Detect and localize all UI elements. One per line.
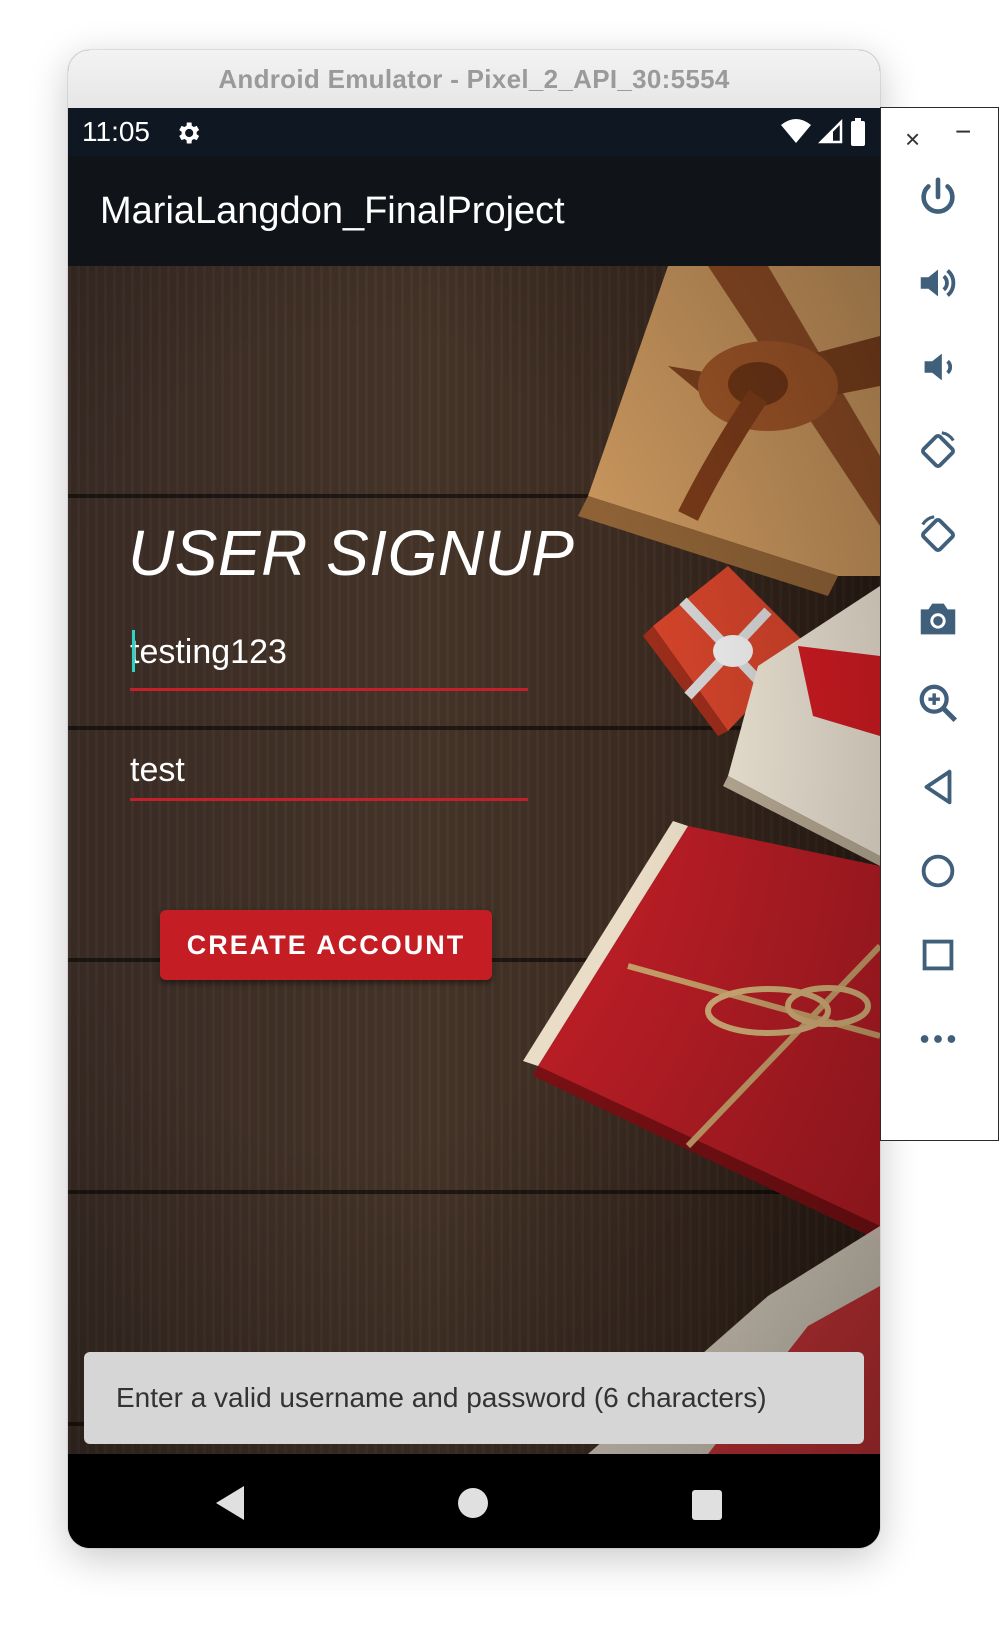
device-screen: 11:05 MariaLangdon_FinalProject USER SIG… — [68, 108, 880, 1548]
window-title: Android Emulator - Pixel_2_API_30:5554 — [218, 63, 730, 94]
create-account-button[interactable]: CREATE ACCOUNT — [160, 910, 492, 980]
page-title: USER SIGNUP — [128, 517, 575, 589]
status-icons — [780, 118, 866, 146]
text-cursor — [132, 630, 135, 672]
zoom-icon[interactable] — [915, 680, 961, 726]
home-icon[interactable] — [915, 848, 961, 894]
wifi-icon — [781, 119, 811, 143]
navigation-bar — [68, 1454, 880, 1548]
status-time: 11:05 — [82, 116, 150, 147]
camera-icon[interactable] — [915, 596, 961, 642]
emulator-window: Android Emulator - Pixel_2_API_30:5554 1… — [68, 50, 880, 1548]
password-value: test — [130, 751, 185, 789]
nav-back-icon[interactable] — [216, 1486, 246, 1520]
close-button[interactable]: × — [905, 124, 920, 155]
background-vignette — [68, 266, 880, 1454]
volume-down-icon[interactable] — [915, 344, 961, 390]
nav-home-icon[interactable] — [458, 1488, 488, 1518]
rotate-right-icon[interactable] — [915, 512, 961, 558]
more-icon[interactable] — [915, 1016, 961, 1062]
password-field[interactable]: test — [130, 738, 528, 801]
username-value: testing123 — [130, 633, 287, 671]
volume-up-icon[interactable] — [915, 260, 961, 306]
minimize-button[interactable]: − — [955, 116, 971, 148]
back-icon[interactable] — [915, 764, 961, 810]
app-title: MariaLangdon_FinalProject — [100, 190, 565, 232]
app-bar: MariaLangdon_FinalProject — [68, 156, 880, 266]
signal-icon — [818, 119, 843, 144]
settings-gear-icon — [179, 122, 200, 144]
power-icon[interactable] — [915, 174, 961, 220]
rotate-left-icon[interactable] — [915, 428, 961, 474]
status-bar: 11:05 — [68, 108, 880, 156]
overview-icon[interactable] — [915, 932, 961, 978]
emulator-toolbar: × − — [880, 107, 999, 1141]
nav-recents-icon[interactable] — [692, 1490, 722, 1520]
window-title-bar: Android Emulator - Pixel_2_API_30:5554 — [68, 50, 880, 109]
battery-icon — [851, 118, 865, 146]
signup-content: USER SIGNUP testing123 test CREATE ACCOU… — [68, 266, 880, 1454]
username-field[interactable]: testing123 — [130, 628, 528, 691]
toast-message: Enter a valid username and password (6 c… — [84, 1352, 864, 1444]
